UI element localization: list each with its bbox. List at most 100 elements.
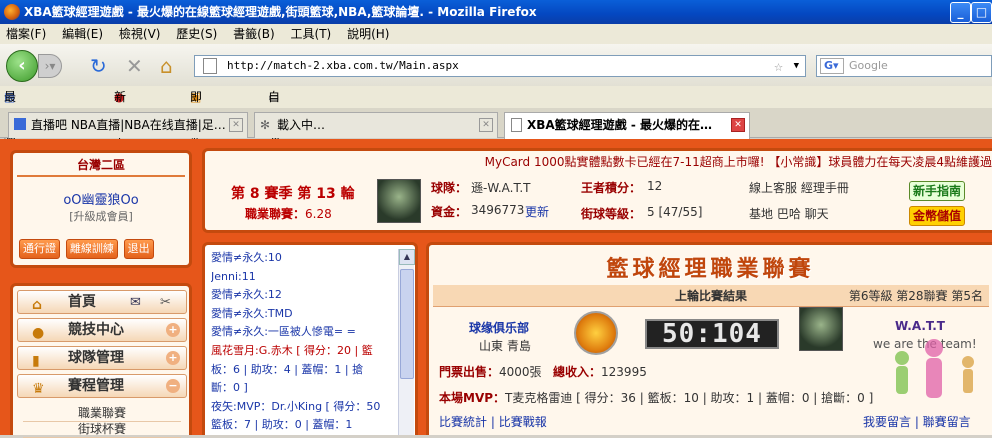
mvp-label: 本場MVP： bbox=[439, 391, 506, 405]
scroll-up-icon[interactable]: ▲ bbox=[399, 249, 415, 265]
king-points-label: 王者積分： bbox=[581, 181, 642, 195]
home-icon[interactable]: ⌂ bbox=[160, 56, 173, 76]
tab-zhibo8[interactable]: 直播吧 NBA直播|NBA在线直播|足… ✕ bbox=[8, 112, 248, 138]
close-icon[interactable]: ✕ bbox=[479, 118, 493, 132]
firefox-icon bbox=[4, 4, 20, 20]
forward-button[interactable]: ›▾ bbox=[38, 54, 62, 78]
reload-icon[interactable]: ↻ bbox=[90, 56, 107, 76]
support-links[interactable]: 線上客服 經理手冊 bbox=[749, 179, 849, 196]
scroll-thumb[interactable] bbox=[400, 269, 414, 379]
update-link[interactable]: 更新 bbox=[525, 203, 549, 220]
sidebar-item-label: 競技中心 bbox=[68, 322, 124, 338]
collapse-icon[interactable]: − bbox=[166, 379, 180, 393]
news-marquee[interactable]: MyCard 1000點實體點數卡已經在7-11超商上市囉! 【小常識】球員體力… bbox=[205, 153, 992, 170]
tools-icon[interactable]: ✂ bbox=[160, 292, 171, 314]
tab-loading[interactable]: ✻ 載入中… ✕ bbox=[254, 112, 498, 138]
mvp-line: 本場MVP：T麦克格雷迪 [ 得分：36 | 籃板：10 | 助攻：1 | 蓋帽… bbox=[439, 389, 873, 406]
chat-message: 愛情≠永久:TMD bbox=[211, 306, 293, 320]
chat-message: 愛情≠永久:10 bbox=[211, 251, 282, 264]
sidebar-item-team[interactable]: ▮ 球隊管理 + bbox=[17, 346, 187, 370]
stop-icon[interactable]: ✕ bbox=[126, 56, 143, 76]
close-icon[interactable]: ✕ bbox=[229, 118, 243, 132]
chat-message: 板：6 | 助攻：4 | 蓋帽：1 | 搶 bbox=[211, 362, 364, 376]
navigation-toolbar: ‹ ›▾ ↻ ✕ ⌂ http://match-2.xba.com.tw/Mai… bbox=[0, 44, 992, 86]
bookmark-star-icon[interactable]: ☆ bbox=[774, 56, 783, 76]
tab-label: 直播吧 NBA直播|NBA在线直播|足… bbox=[31, 118, 226, 132]
sidebar-item-label: 球隊管理 bbox=[68, 350, 124, 366]
user-panel: 台灣二區 oO幽靈狼Oo [升級成會員] 通行證 離線訓練 退出 bbox=[10, 150, 192, 268]
funds-label: 資金： bbox=[431, 205, 468, 219]
match-stats-link[interactable]: 比賽統計 bbox=[439, 415, 487, 429]
chat-message: Jenni:11 bbox=[211, 269, 256, 283]
income-value: 123995 bbox=[601, 365, 647, 379]
chat-panel: 愛情≠永久:10 Jenni:11 愛情≠永久:12 愛情≠永久:TMD 愛情≠… bbox=[202, 242, 418, 435]
upgrade-member-link[interactable]: [升級成會員] bbox=[13, 208, 189, 224]
window-titlebar: XBA籃球經理遊戲 - 最火爆的在線籃球經理遊戲,街頭籃球,NBA,籃球論壇. … bbox=[0, 0, 992, 24]
url-text: http://match-2.xba.com.tw/Main.aspx bbox=[227, 59, 459, 72]
gold-store-button[interactable]: 金幣儲值 bbox=[909, 206, 966, 226]
chat-scrollbar[interactable]: ▲ bbox=[398, 249, 415, 435]
url-dropdown-icon[interactable]: ▼ bbox=[794, 56, 799, 76]
chat-message: 愛情≠永久:12 bbox=[211, 288, 282, 302]
offline-training-button[interactable]: 離線訓練 bbox=[65, 239, 118, 259]
menu-tools[interactable]: 工具(T) bbox=[285, 24, 338, 44]
search-placeholder: Google bbox=[849, 59, 888, 72]
away-team-name[interactable]: W.A.T.T bbox=[895, 319, 945, 333]
ticket-income-line: 門票出售：4000張 總收入：123995 bbox=[439, 363, 647, 380]
pass-button[interactable]: 通行證 bbox=[19, 239, 60, 259]
tab-label: 載入中… bbox=[277, 118, 326, 132]
last-result-bar: 上輪比賽結果 第6等級 第28聯賽 第5名 bbox=[433, 285, 989, 307]
sidebar-nav: ⌂ 首頁 ✉ ✂ ● 競技中心 + ▮ 球隊管理 + ♛ 賽程管理 − 職業聯賽… bbox=[10, 283, 192, 438]
away-team-avatar bbox=[799, 307, 843, 351]
newbie-guide-button[interactable]: 新手指南 bbox=[909, 181, 966, 201]
league-points: 職業聯賽：6.28 bbox=[245, 205, 332, 222]
expand-icon[interactable]: + bbox=[166, 323, 180, 337]
menu-bookmarks[interactable]: 書籤(B) bbox=[227, 24, 281, 44]
sidebar-item-arena[interactable]: ● 競技中心 + bbox=[17, 318, 187, 342]
tab-xba[interactable]: XBA籃球經理遊戲 - 最火爆的在… ✕ bbox=[504, 112, 750, 139]
home-team-location: 山東 青島 bbox=[479, 339, 531, 353]
manager-info-panel: MyCard 1000點實體點數卡已經在7-11超商上市囉! 【小常識】球員體力… bbox=[202, 148, 992, 233]
page-icon bbox=[511, 118, 522, 132]
tab-favicon-icon bbox=[14, 118, 26, 130]
chat-message: 愛情≠永久:一區被人慘電= = bbox=[211, 325, 356, 339]
menu-file[interactable]: 檔案(F) bbox=[0, 24, 52, 44]
menu-bar: 檔案(F) 編輯(E) 檢視(V) 歷史(S) 書籤(B) 工具(T) 說明(H… bbox=[0, 24, 992, 44]
server-name: 台灣二區 bbox=[17, 155, 185, 177]
mail-icon[interactable]: ✉ bbox=[130, 292, 141, 314]
google-icon[interactable]: G▾ bbox=[820, 58, 844, 74]
income-label: 總收入： bbox=[553, 365, 602, 379]
search-input[interactable]: G▾ Google bbox=[816, 55, 992, 77]
back-button[interactable]: ‹ bbox=[6, 50, 38, 82]
menu-history[interactable]: 歷史(S) bbox=[170, 24, 223, 44]
tab-bar: 直播吧 NBA直播|NBA在线直播|足… ✕ ✻ 載入中… ✕ XBA籃球經理遊… bbox=[0, 108, 992, 139]
sidebar-item-schedule[interactable]: ♛ 賽程管理 − bbox=[17, 374, 187, 398]
team-label: 球隊： bbox=[431, 181, 468, 195]
chat-message: 風花雪月:G.赤木 [ 得分：20 | 籃 bbox=[211, 343, 373, 357]
home-team-name[interactable]: 球缘俱乐部 bbox=[469, 319, 529, 336]
sidebar-item-home[interactable]: ⌂ 首頁 ✉ ✂ bbox=[17, 290, 187, 314]
season-round: 第 8 賽季 第 13 輪 bbox=[231, 186, 355, 202]
match-report-link[interactable]: 比賽戰報 bbox=[499, 415, 547, 429]
url-bar[interactable]: http://match-2.xba.com.tw/Main.aspx ☆ ▼ bbox=[194, 55, 806, 77]
maximize-button[interactable]: □ bbox=[971, 2, 992, 23]
basketball-icon: ● bbox=[32, 325, 45, 341]
trophy-icon: ♛ bbox=[32, 381, 45, 397]
logout-button[interactable]: 退出 bbox=[123, 239, 154, 259]
chat-message: 籃板：7 | 助攻：0 | 蓋帽：1 bbox=[211, 418, 353, 432]
sidebar-subitem-street-cup[interactable]: 街球杯賽 bbox=[23, 420, 181, 438]
home-team-logo bbox=[574, 311, 618, 355]
team-name: 遜-W.A.T.T bbox=[471, 181, 531, 195]
jersey-icon: ▮ bbox=[32, 353, 40, 369]
sidebar-item-label: 首頁 bbox=[68, 294, 96, 310]
close-icon[interactable]: ✕ bbox=[731, 118, 745, 132]
minimize-button[interactable]: _ bbox=[950, 2, 971, 23]
user-name[interactable]: oO幽靈狼Oo bbox=[13, 189, 189, 208]
menu-edit[interactable]: 編輯(E) bbox=[56, 24, 109, 44]
menu-view[interactable]: 檢視(V) bbox=[113, 24, 167, 44]
expand-icon[interactable]: + bbox=[166, 351, 180, 365]
bookmarks-toolbar: ▤ 最常瀏覽的網站 ● 新手上路 ▣ 即時新聞 ▭ 自訂連結 bbox=[0, 86, 992, 236]
page-icon bbox=[203, 58, 217, 74]
community-links[interactable]: 基地 巴哈 聊天 bbox=[749, 205, 829, 222]
menu-help[interactable]: 說明(H) bbox=[341, 24, 395, 44]
